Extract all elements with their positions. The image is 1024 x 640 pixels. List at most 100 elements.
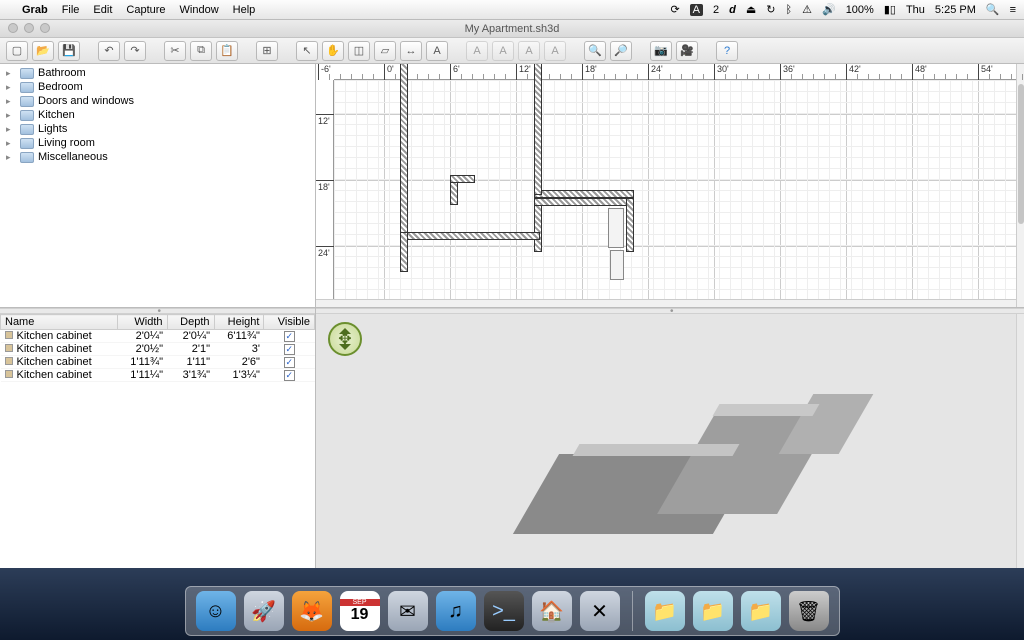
menu-file[interactable]: File <box>62 4 80 16</box>
bluetooth-icon[interactable]: ᛒ <box>786 4 793 16</box>
cell-visible[interactable]: ✓ <box>264 343 315 356</box>
spotlight-icon[interactable]: 🔍 <box>986 3 1000 16</box>
table-row[interactable]: Kitchen cabinet1'11¼"3'1¾"1'3¼"✓ <box>1 369 315 382</box>
catalog-item[interactable]: ▸Lights <box>0 122 315 136</box>
open-icon[interactable]: 📂 <box>32 41 54 61</box>
copy-icon[interactable]: ⧉ <box>190 41 212 61</box>
dock-trash[interactable]: 🗑 <box>789 591 829 631</box>
left-splitter[interactable] <box>0 308 315 314</box>
catalog-item[interactable]: ▸Kitchen <box>0 108 315 122</box>
wall-icon[interactable]: ◫ <box>348 41 370 61</box>
dock-xquartz[interactable]: ✕ <box>580 591 620 631</box>
photo-icon[interactable]: 📷 <box>650 41 672 61</box>
menu-edit[interactable]: Edit <box>93 4 112 16</box>
select-icon[interactable]: ↖ <box>296 41 318 61</box>
plan-view[interactable]: -6'0'6'12'18'24'30'36'42'48'54' 12'18'24… <box>316 64 1024 308</box>
a2-icon[interactable]: A <box>492 41 514 61</box>
menu-capture[interactable]: Capture <box>126 4 165 16</box>
catalog-item[interactable]: ▸Miscellaneous <box>0 150 315 164</box>
eject-icon[interactable]: ⏏ <box>746 3 756 16</box>
a1-icon[interactable]: A <box>466 41 488 61</box>
zoom-in-icon[interactable]: 🔍 <box>584 41 606 61</box>
volume-icon[interactable]: 🔊 <box>822 3 836 16</box>
a3-icon[interactable]: A <box>518 41 540 61</box>
menu-window[interactable]: Window <box>180 4 219 16</box>
disclosure-icon[interactable]: ▸ <box>6 96 16 107</box>
app-menu[interactable]: Grab <box>22 4 48 16</box>
zoom-button[interactable] <box>40 23 50 33</box>
3d-scrollbar-v[interactable] <box>1016 314 1024 568</box>
dock-folder-2[interactable]: 📁 <box>693 591 733 631</box>
timemachine-icon[interactable]: ↻ <box>766 3 775 16</box>
table-row[interactable]: Kitchen cabinet2'0½"2'1"3'✓ <box>1 343 315 356</box>
redo-icon[interactable]: ↷ <box>124 41 146 61</box>
disclosure-icon[interactable]: ▸ <box>6 68 16 79</box>
furniture-table[interactable]: Name Width Depth Height Visible Kitchen … <box>0 314 315 568</box>
help-icon[interactable]: ? <box>716 41 738 61</box>
cell-visible[interactable]: ✓ <box>264 356 315 369</box>
dock-calendar[interactable]: SEP 19 <box>340 591 380 631</box>
disclosure-icon[interactable]: ▸ <box>6 82 16 93</box>
wifi-icon[interactable]: ⚠ <box>802 3 812 16</box>
notification-center-icon[interactable]: ≡ <box>1010 4 1016 16</box>
dock-firefox[interactable]: 🦊 <box>292 591 332 631</box>
plan-scrollbar-v[interactable] <box>1016 64 1024 307</box>
catalog-item[interactable]: ▸Bathroom <box>0 66 315 80</box>
disclosure-icon[interactable]: ▸ <box>6 124 16 135</box>
dock-sweethome[interactable]: 🏠 <box>532 591 572 631</box>
dock: ☺ 🚀 🦊 SEP 19 ✉ ♫ >_ 🏠 ✕ 📁 📁 📁 🗑 <box>185 586 840 636</box>
window-titlebar[interactable]: My Apartment.sh3d <box>0 20 1024 38</box>
dock-folder-1[interactable]: 📁 <box>645 591 685 631</box>
3d-model[interactable] <box>536 394 956 574</box>
furniture-catalog[interactable]: ▸Bathroom▸Bedroom▸Doors and windows▸Kitc… <box>0 64 315 308</box>
notif-count[interactable]: 2 <box>713 4 719 16</box>
new-icon[interactable]: ▢ <box>6 41 28 61</box>
dock-itunes[interactable]: ♫ <box>436 591 476 631</box>
video-icon[interactable]: 🎥 <box>676 41 698 61</box>
cut-icon[interactable]: ✂ <box>164 41 186 61</box>
view-3d[interactable]: ✥ <box>316 314 1024 568</box>
dock-finder[interactable]: ☺ <box>196 591 236 631</box>
battery-percent[interactable]: 100% <box>846 4 874 16</box>
menu-help[interactable]: Help <box>233 4 256 16</box>
catalog-item[interactable]: ▸Bedroom <box>0 80 315 94</box>
catalog-item[interactable]: ▸Doors and windows <box>0 94 315 108</box>
minimize-button[interactable] <box>24 23 34 33</box>
disclosure-icon[interactable]: ▸ <box>6 152 16 163</box>
table-row[interactable]: Kitchen cabinet2'0¼"2'0¼"6'11¾"✓ <box>1 330 315 343</box>
pan-icon[interactable]: ✋ <box>322 41 344 61</box>
zoom-out-icon[interactable]: 🔎 <box>610 41 632 61</box>
save-icon[interactable]: 💾 <box>58 41 80 61</box>
cell-visible[interactable]: ✓ <box>264 330 315 343</box>
compass-control[interactable]: ✥ <box>328 322 362 356</box>
ruler-tick: 18' <box>316 180 334 192</box>
col-name[interactable]: Name <box>1 315 118 330</box>
col-visible[interactable]: Visible <box>264 315 315 330</box>
col-depth[interactable]: Depth <box>167 315 214 330</box>
catalog-item[interactable]: ▸Living room <box>0 136 315 150</box>
adobe-icon[interactable]: A <box>690 4 703 16</box>
col-height[interactable]: Height <box>214 315 264 330</box>
text-icon[interactable]: A <box>426 41 448 61</box>
disclosure-icon[interactable]: ▸ <box>6 138 16 149</box>
dimension-icon[interactable]: ↔ <box>400 41 422 61</box>
battery-icon[interactable]: ▮▯ <box>884 3 896 16</box>
undo-icon[interactable]: ↶ <box>98 41 120 61</box>
sync-icon[interactable]: ⟳ <box>670 3 679 16</box>
add-furniture-icon[interactable]: ⊞ <box>256 41 278 61</box>
dock-terminal[interactable]: >_ <box>484 591 524 631</box>
room-icon[interactable]: ▱ <box>374 41 396 61</box>
disclosure-icon[interactable]: ▸ <box>6 110 16 121</box>
table-row[interactable]: Kitchen cabinet1'11¾"1'11"2'6"✓ <box>1 356 315 369</box>
dock-folder-3[interactable]: 📁 <box>741 591 781 631</box>
clock-time[interactable]: 5:25 PM <box>935 4 976 16</box>
cell-visible[interactable]: ✓ <box>264 369 315 382</box>
plan-scrollbar-h[interactable] <box>316 299 1016 307</box>
a4-icon[interactable]: A <box>544 41 566 61</box>
clock-day[interactable]: Thu <box>906 4 925 16</box>
paste-icon[interactable]: 📋 <box>216 41 238 61</box>
dock-mail[interactable]: ✉ <box>388 591 428 631</box>
d-icon[interactable]: d <box>729 4 736 16</box>
close-button[interactable] <box>8 23 18 33</box>
dock-launchpad[interactable]: 🚀 <box>244 591 284 631</box>
